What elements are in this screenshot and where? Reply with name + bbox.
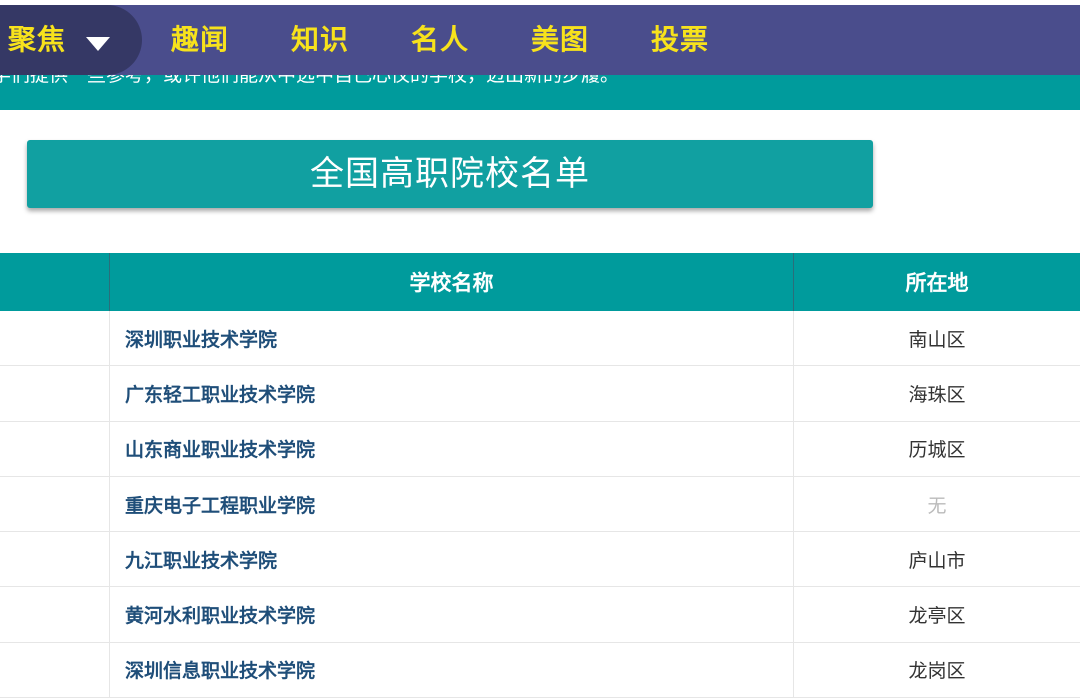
school-name-link[interactable]: 黄河水利职业技术学院 <box>125 587 315 641</box>
nav-item-toupiao[interactable]: 投票 <box>651 23 709 57</box>
table-row: 黄河水利职业技术学院 龙亭区 <box>0 587 1080 643</box>
table-row: 九江职业技术学院 庐山市 <box>0 532 1080 588</box>
row-divider <box>109 642 110 698</box>
nav-item-meitu[interactable]: 美图 <box>531 23 589 57</box>
school-name-link[interactable]: 深圳信息职业技术学院 <box>125 643 315 697</box>
page-title: 全国高职院校名单 <box>310 154 590 194</box>
top-navbar: 聚焦 趣闻 知识 名人 美图 投票 <box>0 5 1080 75</box>
table-row: 山东商业职业技术学院 历城区 <box>0 421 1080 477</box>
school-name-link[interactable]: 九江职业技术学院 <box>125 532 277 586</box>
table-row: 深圳信息职业技术学院 龙岗区 <box>0 642 1080 699</box>
school-location-empty: 无 <box>927 494 947 517</box>
header-first-column <box>0 253 109 311</box>
table-header: 学校名称 所在地 <box>0 253 1080 311</box>
list-title-button[interactable]: 全国高职院校名单 <box>27 140 873 208</box>
nav-item-quwen[interactable]: 趣闻 <box>171 23 229 57</box>
nav-item-mingren[interactable]: 名人 <box>411 23 469 57</box>
header-location: 所在地 <box>905 271 969 295</box>
school-location: 庐山市 <box>908 549 966 572</box>
school-name-link[interactable]: 广东轻工职业技术学院 <box>125 366 315 420</box>
row-divider <box>109 532 110 587</box>
college-table: 学校名称 所在地 深圳职业技术学院 南山区 广东轻工职业技术学院 海珠区 山东商… <box>0 253 1080 699</box>
school-location: 龙亭区 <box>908 605 966 628</box>
school-location: 龙岗区 <box>908 660 966 683</box>
table-row: 重庆电子工程职业学院 无 <box>0 476 1080 533</box>
nav-item-zhishi[interactable]: 知识 <box>291 23 349 57</box>
school-location: 海珠区 <box>908 383 966 406</box>
chevron-down-icon <box>86 37 110 51</box>
intro-banner: 学们提供一些参考，或许他们能从中选中自己心仪的学校，迈出新的步履。 <box>0 75 1080 110</box>
row-divider <box>109 421 110 476</box>
school-name-link[interactable]: 深圳职业技术学院 <box>125 311 277 365</box>
table-row: 广东轻工职业技术学院 海珠区 <box>0 366 1080 422</box>
focus-dropdown[interactable]: 聚焦 <box>0 5 142 75</box>
school-name-link[interactable]: 重庆电子工程职业学院 <box>125 477 315 531</box>
school-name-link[interactable]: 山东商业职业技术学院 <box>125 422 315 476</box>
row-divider <box>109 476 110 532</box>
focus-label: 聚焦 <box>8 23 67 56</box>
row-divider <box>109 366 110 421</box>
banner-text: 学们提供一些参考，或许他们能从中选中自己心仪的学校，迈出新的步履。 <box>0 75 620 86</box>
row-divider <box>109 587 110 642</box>
school-location: 历城区 <box>908 439 966 462</box>
row-divider <box>109 311 110 366</box>
header-school-name: 学校名称 <box>409 271 494 295</box>
table-row: 深圳职业技术学院 南山区 <box>0 311 1080 367</box>
school-location: 南山区 <box>908 328 966 351</box>
